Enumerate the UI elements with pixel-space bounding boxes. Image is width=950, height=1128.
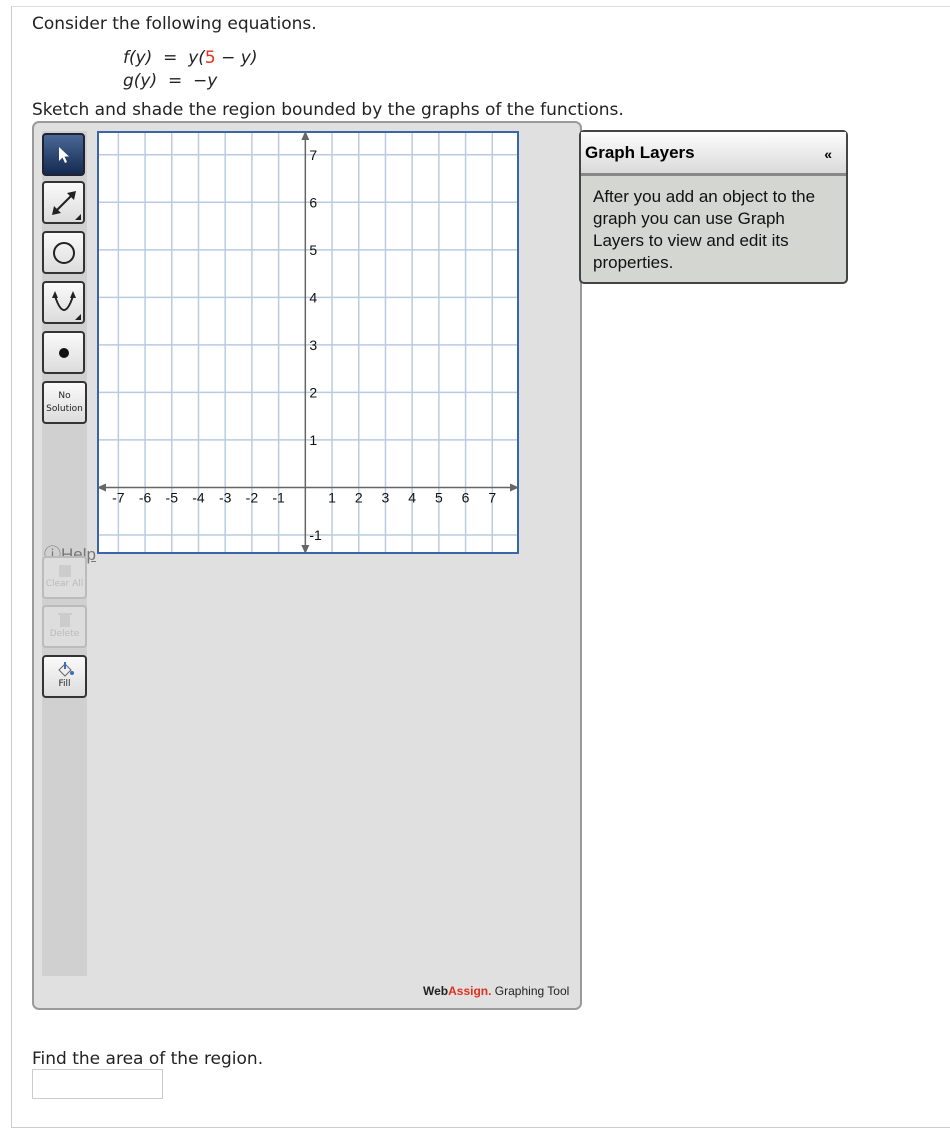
collapse-icon[interactable]: « bbox=[824, 146, 832, 162]
parabola-tool-button[interactable] bbox=[42, 281, 85, 324]
x-tick-label: -7 bbox=[112, 489, 125, 505]
x-tick-label: 1 bbox=[328, 489, 336, 505]
x-tick-label: 6 bbox=[462, 489, 470, 505]
graph-canvas[interactable]: -7 -6 -5 -4 -3 -2 -1 1 2 3 4 5 6 7 -1 1 2 3 4 5 6 7 bbox=[97, 131, 519, 554]
x-tick-label: 7 bbox=[488, 489, 496, 505]
no-solution-label: No bbox=[58, 390, 71, 401]
area-answer-input[interactable] bbox=[32, 1069, 163, 1099]
equation-g: g(y) = −y bbox=[123, 71, 218, 91]
y-tick-label: 7 bbox=[309, 147, 317, 163]
y-tick-label: 6 bbox=[309, 194, 317, 210]
circle-icon bbox=[52, 241, 75, 264]
clear-icon bbox=[58, 565, 71, 577]
x-tick-label: -2 bbox=[246, 489, 259, 505]
graph-layers-panel: Graph Layers « After you add an object to… bbox=[579, 130, 848, 284]
y-tick-label: 1 bbox=[309, 432, 317, 448]
x-tick-label: -5 bbox=[166, 489, 179, 505]
graph-layers-title: Graph Layers bbox=[585, 143, 695, 162]
x-tick-label: 2 bbox=[355, 489, 363, 505]
plot-background bbox=[97, 131, 519, 554]
y-tick-label: 2 bbox=[309, 384, 317, 400]
paint-bucket-icon bbox=[57, 662, 74, 677]
x-tick-label: 5 bbox=[435, 489, 443, 505]
graph-layers-header: Graph Layers « bbox=[581, 132, 846, 176]
fill-button[interactable]: Fill bbox=[42, 655, 87, 698]
x-tick-label: -3 bbox=[219, 489, 232, 505]
point-icon bbox=[58, 347, 69, 358]
delete-button[interactable]: Delete bbox=[42, 605, 87, 648]
graph-layers-help-text: After you add an object to the graph you… bbox=[593, 187, 816, 272]
x-tick-label: 4 bbox=[408, 489, 416, 505]
x-tick-label: -4 bbox=[192, 489, 205, 505]
select-tool-button[interactable] bbox=[42, 133, 85, 176]
line-arrow-icon bbox=[51, 190, 76, 215]
pointer-icon bbox=[58, 146, 69, 163]
y-tick-label: 4 bbox=[309, 289, 317, 305]
x-tick-label: -6 bbox=[139, 489, 152, 505]
no-solution-label-2: Solution bbox=[46, 403, 83, 414]
line-tool-button[interactable] bbox=[42, 181, 85, 224]
y-tick-label: 5 bbox=[309, 242, 317, 258]
intro-text: Consider the following equations. bbox=[32, 14, 317, 34]
y-tick-label: -1 bbox=[309, 527, 322, 543]
instruction-text: Sketch and shade the region bounded by t… bbox=[32, 100, 624, 120]
webassign-brand: WebAssign. Graphing Tool bbox=[423, 984, 570, 998]
equation-f: f(y) = y(5 − y) bbox=[123, 48, 258, 68]
circle-tool-button[interactable] bbox=[42, 231, 85, 274]
clear-all-button[interactable]: Clear All bbox=[42, 556, 87, 599]
parabola-icon bbox=[51, 290, 76, 311]
followup-text: Find the area of the region. bbox=[32, 1049, 264, 1069]
x-tick-label: 3 bbox=[382, 489, 390, 505]
x-tick-label: -1 bbox=[272, 489, 285, 505]
no-solution-button[interactable]: No Solution bbox=[42, 381, 87, 424]
trash-icon bbox=[57, 613, 72, 627]
point-tool-button[interactable] bbox=[42, 331, 85, 374]
y-tick-label: 3 bbox=[309, 337, 317, 353]
